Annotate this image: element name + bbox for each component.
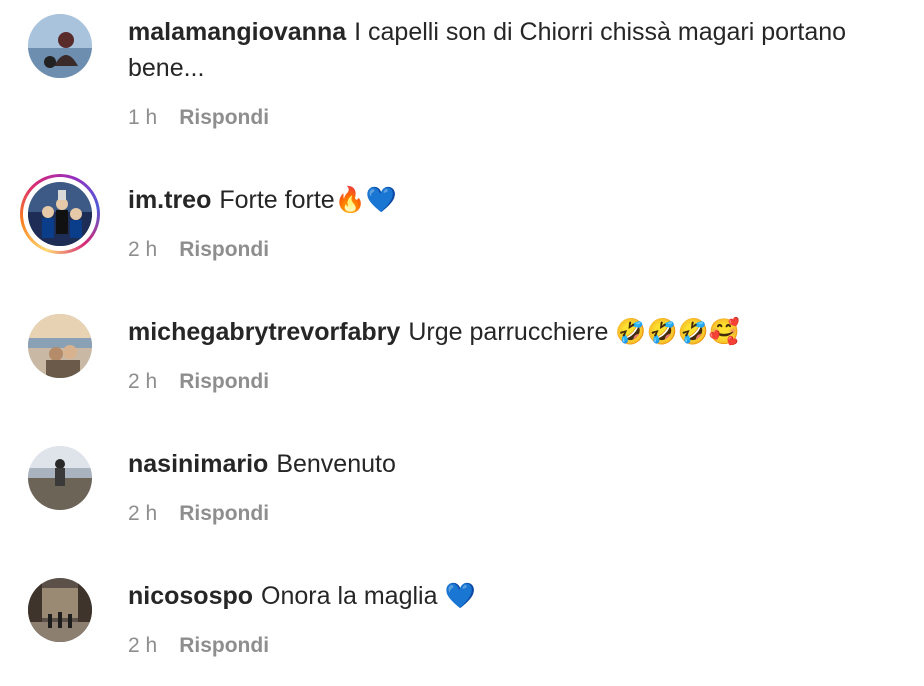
profile-photo-icon xyxy=(28,182,92,246)
comment-meta: 2 h Rispondi xyxy=(128,236,269,264)
comment-text: Onora la maglia 💙 xyxy=(261,582,476,610)
reply-button[interactable]: Rispondi xyxy=(179,502,269,525)
comment-time[interactable]: 2 h xyxy=(128,238,157,261)
avatar[interactable] xyxy=(28,314,92,378)
comment-time[interactable]: 2 h xyxy=(128,502,157,525)
comment-time[interactable]: 2 h xyxy=(128,634,157,657)
profile-photo-icon xyxy=(28,314,92,378)
comment-body: im.treo Forte forte🔥💙 xyxy=(128,182,888,218)
comment-username[interactable]: im.treo xyxy=(128,186,211,214)
reply-button[interactable]: Rispondi xyxy=(179,370,269,393)
comment-body: nicosospo Onora la maglia 💙 xyxy=(128,578,888,614)
comment-meta: 2 h Rispondi xyxy=(128,500,269,528)
comment-meta: 2 h Rispondi xyxy=(128,632,269,660)
comment-meta: 2 h Rispondi xyxy=(128,368,269,396)
story-ring[interactable] xyxy=(20,174,100,254)
avatar[interactable] xyxy=(28,446,92,510)
profile-photo-icon xyxy=(28,446,92,510)
reply-button[interactable]: Rispondi xyxy=(179,634,269,657)
reply-button[interactable]: Rispondi xyxy=(179,238,269,261)
comment-body: malamangiovanna I capelli son di Chiorri … xyxy=(128,14,888,86)
comment-body: nasinimario Benvenuto xyxy=(128,446,888,482)
comment-username[interactable]: malamangiovanna xyxy=(128,18,346,46)
comment-username[interactable]: nicosospo xyxy=(128,582,253,610)
avatar[interactable] xyxy=(28,578,92,642)
comment-text: Urge parrucchiere 🤣🤣🤣🥰 xyxy=(408,318,740,346)
reply-button[interactable]: Rispondi xyxy=(179,106,269,129)
comment-username[interactable]: nasinimario xyxy=(128,450,268,478)
avatar[interactable] xyxy=(28,182,92,246)
comment-time[interactable]: 1 h xyxy=(128,106,157,129)
avatar[interactable] xyxy=(28,14,92,78)
comment-meta: 1 h Rispondi xyxy=(128,104,269,132)
profile-photo-icon xyxy=(28,578,92,642)
comment-text: Benvenuto xyxy=(276,450,396,478)
comment-body: michegabrytrevorfabry Urge parrucchiere 🤣… xyxy=(128,314,888,350)
comment-username[interactable]: michegabrytrevorfabry xyxy=(128,318,400,346)
profile-photo-icon xyxy=(28,14,92,78)
comment-text: Forte forte🔥💙 xyxy=(219,186,397,214)
comment-time[interactable]: 2 h xyxy=(128,370,157,393)
